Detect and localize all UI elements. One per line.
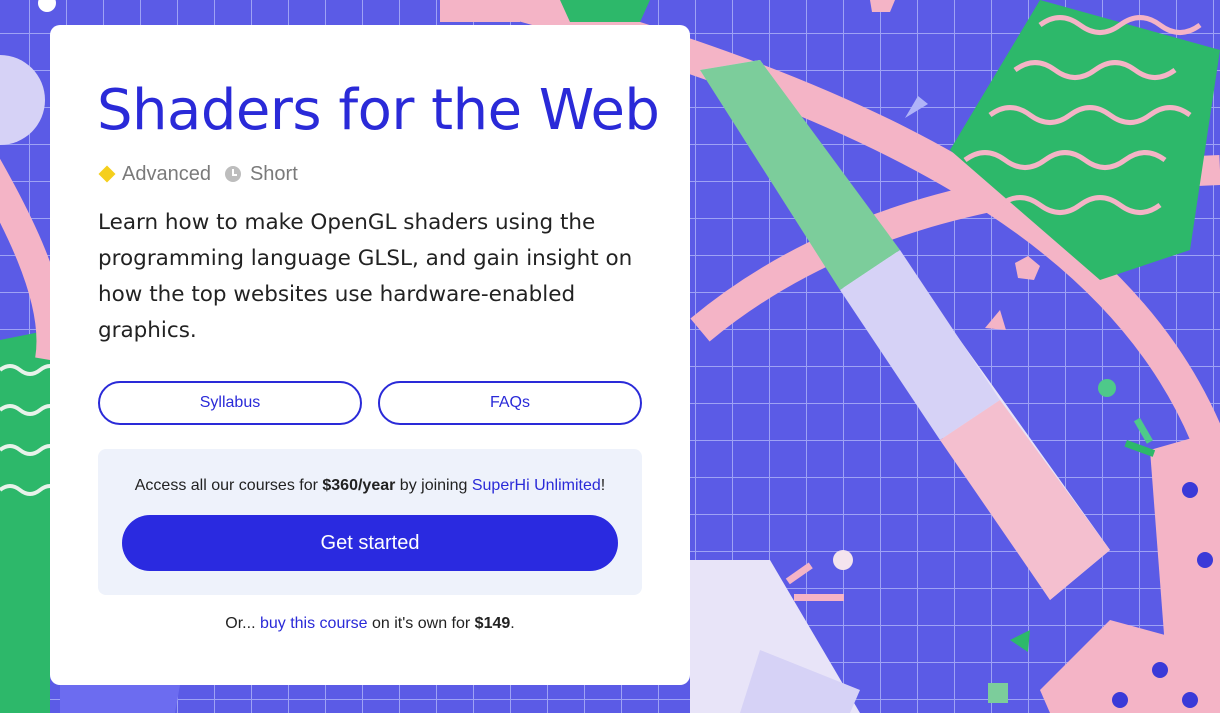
course-links: Syllabus FAQs [98,381,642,425]
get-started-button[interactable]: Get started [122,515,618,571]
clock-icon [224,166,241,182]
footnote-before: Or... [225,615,260,632]
level-badge: Advanced [98,163,211,186]
promo-text-middle: by joining [395,477,472,494]
length-label: Short [249,162,298,185]
promo-text: Access all our courses for $360/year by … [98,477,642,495]
promo-text-after: ! [600,477,606,494]
unlimited-promo: Access all our courses for $360/year by … [98,449,642,595]
course-card: Shaders for the Web Advanced Short Learn… [50,25,690,685]
course-meta: Advanced Short [98,161,312,187]
single-purchase-note: Or... buy this course on it's own for $1… [50,615,690,633]
level-label: Advanced [122,162,211,185]
faqs-button[interactable]: FAQs [378,381,642,425]
length-badge: Short [224,162,298,186]
superhi-unlimited-link[interactable]: SuperHi Unlimited [472,477,601,494]
diamond-icon [98,165,116,183]
promo-text-before: Access all our courses for [134,477,323,494]
footnote-after: . [510,615,515,632]
syllabus-button[interactable]: Syllabus [98,381,362,425]
promo-price: $360/year [322,477,396,494]
footnote-middle: on it's own for [367,615,475,632]
course-description: Learn how to make OpenGL shaders using t… [98,210,633,343]
course-title: Shaders for the Web [97,78,660,143]
buy-course-link[interactable]: buy this course [260,615,368,632]
course-price: $149 [474,615,511,632]
